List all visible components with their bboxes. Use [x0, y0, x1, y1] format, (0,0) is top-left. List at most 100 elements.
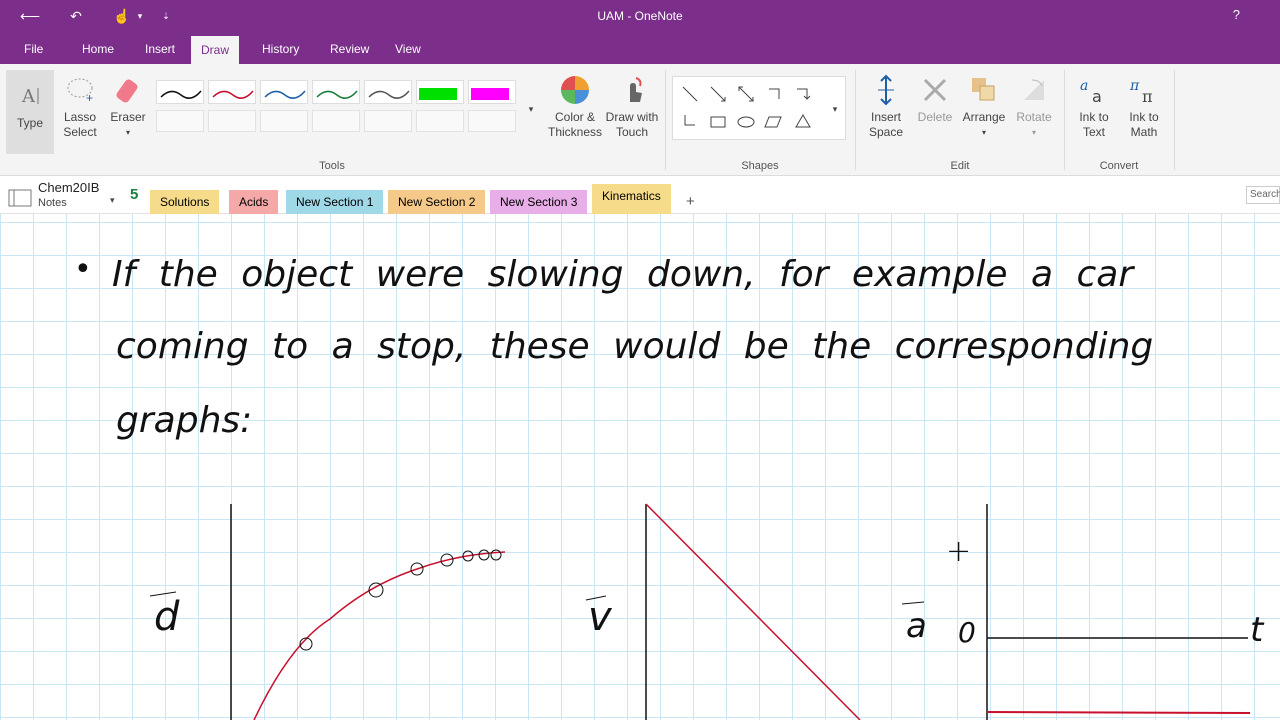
pen-slot[interactable]	[416, 110, 464, 132]
tab-draw[interactable]: Draw	[191, 36, 240, 64]
rotate-icon	[1024, 79, 1044, 100]
sync-icon[interactable]: 5	[130, 186, 138, 203]
pen-slot[interactable]	[156, 110, 204, 132]
eraser-button[interactable]: Eraser ▾	[106, 74, 150, 140]
v-axis-label: v	[588, 594, 612, 640]
type-button[interactable]: A Type	[6, 70, 54, 154]
pen-black-icon	[160, 90, 202, 99]
help-button[interactable]: ?	[1233, 7, 1240, 22]
ink-to-text-button[interactable]: aa Ink to Text	[1070, 74, 1118, 140]
search-input[interactable]: Search	[1246, 186, 1280, 204]
d-point	[490, 549, 502, 561]
type-label: Type	[16, 116, 43, 130]
highlighter-magenta-icon	[471, 88, 509, 100]
pen-slot[interactable]	[312, 110, 360, 132]
pen-red-icon	[212, 90, 254, 99]
highlighter-magenta[interactable]	[468, 80, 516, 104]
section-tab-solutions[interactable]: Solutions	[150, 190, 220, 214]
section-tab-new-section-2[interactable]: New Section 2	[388, 190, 486, 214]
divider	[855, 70, 856, 170]
draw-with-touch-button[interactable]: Draw with Touch	[604, 74, 660, 140]
section-bar: Chem20IB Notes ▾ 5 Solutions Acids New S…	[0, 176, 1280, 214]
tab-review[interactable]: Review	[320, 34, 379, 64]
svg-text:a: a	[1080, 78, 1088, 94]
notebook-name[interactable]: Chem20IB	[38, 180, 99, 195]
pen-slot[interactable]	[364, 110, 412, 132]
svg-text:+: +	[86, 91, 93, 105]
tab-view[interactable]: View	[385, 34, 431, 64]
shapes-icons	[682, 86, 811, 128]
lasso-select-button[interactable]: + Lasso Select	[58, 74, 102, 140]
pen-red[interactable]	[208, 80, 256, 104]
section-tab-new-section-1[interactable]: New Section 1	[286, 190, 384, 214]
highlighter-green-icon	[419, 88, 457, 100]
pen-slot[interactable]	[260, 110, 308, 132]
pen-green[interactable]	[312, 80, 360, 104]
arrange-button[interactable]: Arrange ▾	[960, 74, 1008, 140]
d-point	[478, 549, 490, 561]
ink-to-text-label: Ink to Text	[1079, 110, 1109, 139]
plus-label: +	[946, 534, 972, 569]
title-bar: ⟵ ↶ ☝ ▾ ⇣ UAM - OneNote ?	[0, 0, 1280, 34]
divider	[665, 70, 666, 170]
rotate-dropdown-icon: ▾	[1031, 128, 1036, 137]
color-thickness-label: Color & Thickness	[547, 110, 603, 139]
tab-home[interactable]: Home	[72, 34, 124, 64]
rotate-button[interactable]: Rotate ▾	[1010, 74, 1058, 140]
pen-gallery-more-icon[interactable]: ▾	[524, 102, 538, 117]
note-canvas[interactable]: • If the object were slowing down, for e…	[0, 214, 1280, 720]
pen-slot[interactable]	[208, 110, 256, 132]
pen-black[interactable]	[156, 80, 204, 104]
ink-to-math-button[interactable]: ππ Ink to Math	[1120, 74, 1168, 140]
svg-text:A: A	[21, 86, 36, 107]
color-wheel-icon	[561, 76, 589, 104]
zero-label: 0	[958, 616, 976, 649]
tab-insert[interactable]: Insert	[135, 34, 185, 64]
arrange-icon	[972, 78, 995, 101]
pen-green-icon	[316, 90, 358, 99]
divider	[1064, 70, 1065, 170]
notebook-dropdown-icon[interactable]: ▾	[110, 195, 115, 206]
pen-blue[interactable]	[260, 80, 308, 104]
notebook-icon	[8, 189, 32, 207]
insert-space-button[interactable]: Insert Space	[862, 74, 910, 140]
a-graph-line	[986, 711, 1251, 714]
arrange-label: Arrange	[962, 110, 1006, 124]
pen-blue-icon	[264, 90, 306, 99]
pen-gray-icon	[368, 90, 410, 99]
ink-to-math-icon: ππ	[1129, 78, 1153, 106]
color-thickness-button[interactable]: Color & Thickness	[546, 74, 604, 140]
add-section-button[interactable]: +	[676, 190, 705, 214]
eraser-label: Eraser	[110, 110, 146, 124]
highlighter-green[interactable]	[416, 80, 464, 104]
eraser-dropdown-icon: ▾	[125, 128, 130, 137]
arrange-dropdown-icon: ▾	[981, 128, 986, 137]
delete-button[interactable]: Delete	[912, 74, 958, 125]
notebook-sub: Notes	[38, 197, 67, 209]
delete-label: Delete	[917, 110, 953, 124]
shapes-more-icon[interactable]: ▾	[828, 102, 842, 117]
draw-with-touch-label: Draw with Touch	[605, 110, 659, 139]
ribbon-tabs: File Home Insert Draw History Review Vie…	[0, 34, 1280, 64]
shapes-group-label: Shapes	[741, 160, 779, 172]
tab-file[interactable]: File	[14, 34, 53, 64]
section-tab-new-section-3[interactable]: New Section 3	[490, 190, 588, 214]
svg-text:a: a	[1092, 87, 1102, 106]
rotate-label: Rotate	[1016, 110, 1052, 124]
ribbon: A Type + Lasso Select Eraser ▾ ▾ Color &…	[0, 64, 1280, 176]
touch-draw-icon	[630, 77, 642, 102]
section-tab-acids[interactable]: Acids	[229, 190, 279, 214]
convert-group-label: Convert	[1099, 160, 1139, 172]
pen-gray[interactable]	[364, 80, 412, 104]
tab-history[interactable]: History	[252, 34, 309, 64]
kinematics-graphs	[149, 503, 1251, 720]
t-axis-label: t	[1250, 610, 1264, 650]
pen-slot[interactable]	[468, 110, 516, 132]
lasso-icon: +	[67, 78, 93, 105]
d-axis-label: d	[154, 594, 180, 640]
section-tab-kinematics[interactable]: Kinematics	[592, 184, 671, 214]
eraser-icon	[116, 79, 138, 103]
d-graph-curve	[253, 551, 506, 720]
type-icon: A	[21, 86, 39, 107]
svg-text:π: π	[1129, 78, 1140, 94]
